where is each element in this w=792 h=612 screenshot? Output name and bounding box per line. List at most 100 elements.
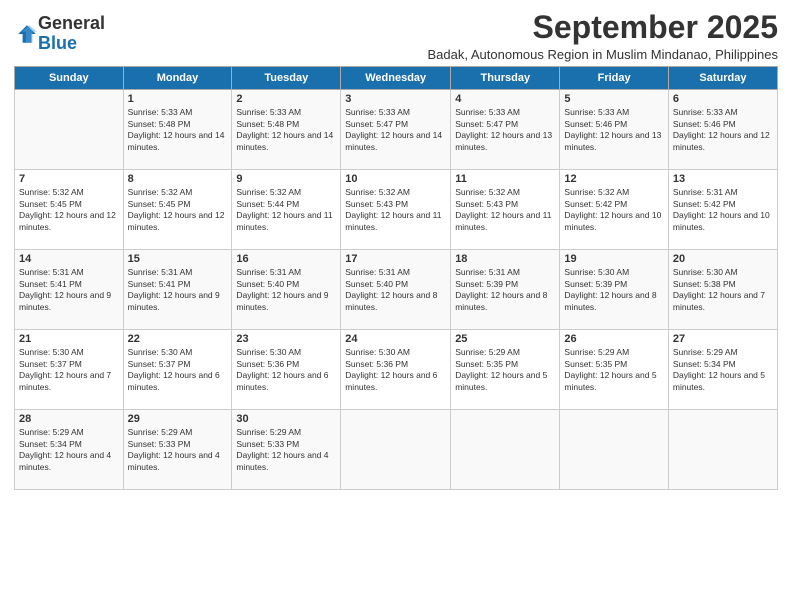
cell-info: Sunrise: 5:32 AM Sunset: 5:45 PM Dayligh… [128, 187, 228, 233]
location-subtitle: Badak, Autonomous Region in Muslim Minda… [428, 47, 778, 62]
day-number: 21 [19, 333, 119, 345]
day-number: 24 [345, 333, 446, 345]
cell-info: Sunrise: 5:29 AM Sunset: 5:33 PM Dayligh… [128, 427, 228, 473]
cell-info: Sunrise: 5:29 AM Sunset: 5:34 PM Dayligh… [19, 427, 119, 473]
table-row: 12Sunrise: 5:32 AM Sunset: 5:42 PM Dayli… [560, 170, 668, 250]
logo: General Blue [14, 14, 105, 54]
day-number: 25 [455, 333, 555, 345]
title-block: September 2025 Badak, Autonomous Region … [428, 10, 778, 62]
cell-info: Sunrise: 5:31 AM Sunset: 5:41 PM Dayligh… [128, 267, 228, 313]
week-row-2: 7 Sunrise: 5:32 AM Sunset: 5:45 PM Daylig… [15, 170, 778, 250]
table-row: 2 Sunrise: 5:33 AM Sunset: 5:48 PM Daylig… [232, 90, 341, 170]
table-row: 28 Sunrise: 5:29 AM Sunset: 5:34 PM Dayli… [15, 410, 124, 490]
cell-info: Sunrise: 5:29 AM Sunset: 5:35 PM Dayligh… [564, 347, 663, 393]
table-row [451, 410, 560, 490]
table-row: 3 Sunrise: 5:33 AM Sunset: 5:47 PM Daylig… [341, 90, 451, 170]
cell-info: Sunrise: 5:33 AM Sunset: 5:48 PM Dayligh… [236, 107, 336, 153]
cell-info: Sunrise: 5:31 AM Sunset: 5:42 PM Dayligh… [673, 187, 773, 233]
day-number: 6 [673, 93, 773, 105]
logo-blue: Blue [38, 33, 77, 53]
cell-info: Sunrise: 5:32 AM Sunset: 5:44 PM Dayligh… [236, 187, 336, 233]
table-row: 18Sunrise: 5:31 AM Sunset: 5:39 PM Dayli… [451, 250, 560, 330]
day-number: 16 [236, 253, 336, 265]
table-row: 13Sunrise: 5:31 AM Sunset: 5:42 PM Dayli… [668, 170, 777, 250]
week-row-1: 1 Sunrise: 5:33 AM Sunset: 5:48 PM Daylig… [15, 90, 778, 170]
day-number: 29 [128, 413, 228, 425]
table-row: 8 Sunrise: 5:32 AM Sunset: 5:45 PM Daylig… [123, 170, 232, 250]
week-row-3: 14 Sunrise: 5:31 AM Sunset: 5:41 PM Dayli… [15, 250, 778, 330]
calendar-header-row: Sunday Monday Tuesday Wednesday Thursday… [15, 67, 778, 90]
day-number: 20 [673, 253, 773, 265]
col-sunday: Sunday [15, 67, 124, 90]
cell-info: Sunrise: 5:33 AM Sunset: 5:47 PM Dayligh… [345, 107, 446, 153]
cell-info: Sunrise: 5:31 AM Sunset: 5:40 PM Dayligh… [345, 267, 446, 313]
table-row: 1 Sunrise: 5:33 AM Sunset: 5:48 PM Daylig… [123, 90, 232, 170]
table-row: 26 Sunrise: 5:29 AM Sunset: 5:35 PM Dayli… [560, 330, 668, 410]
logo-text: General Blue [38, 14, 105, 54]
cell-info: Sunrise: 5:30 AM Sunset: 5:37 PM Dayligh… [128, 347, 228, 393]
cell-info: Sunrise: 5:30 AM Sunset: 5:36 PM Dayligh… [236, 347, 336, 393]
cell-info: Sunrise: 5:31 AM Sunset: 5:40 PM Dayligh… [236, 267, 336, 313]
col-monday: Monday [123, 67, 232, 90]
day-number: 9 [236, 173, 336, 185]
table-row: 21 Sunrise: 5:30 AM Sunset: 5:37 PM Dayli… [15, 330, 124, 410]
day-number: 12 [564, 173, 663, 185]
table-row: 29 Sunrise: 5:29 AM Sunset: 5:33 PM Dayli… [123, 410, 232, 490]
cell-info: Sunrise: 5:33 AM Sunset: 5:46 PM Dayligh… [673, 107, 773, 153]
day-number: 7 [19, 173, 119, 185]
calendar-table: Sunday Monday Tuesday Wednesday Thursday… [14, 66, 778, 490]
week-row-4: 21 Sunrise: 5:30 AM Sunset: 5:37 PM Dayli… [15, 330, 778, 410]
day-number: 3 [345, 93, 446, 105]
cell-info: Sunrise: 5:33 AM Sunset: 5:47 PM Dayligh… [455, 107, 555, 153]
col-tuesday: Tuesday [232, 67, 341, 90]
cell-info: Sunrise: 5:33 AM Sunset: 5:46 PM Dayligh… [564, 107, 663, 153]
day-number: 27 [673, 333, 773, 345]
day-number: 30 [236, 413, 336, 425]
table-row: 22Sunrise: 5:30 AM Sunset: 5:37 PM Dayli… [123, 330, 232, 410]
day-number: 17 [345, 253, 446, 265]
table-row: 19Sunrise: 5:30 AM Sunset: 5:39 PM Dayli… [560, 250, 668, 330]
table-row: 17 Sunrise: 5:31 AM Sunset: 5:40 PM Dayli… [341, 250, 451, 330]
table-row: 24 Sunrise: 5:30 AM Sunset: 5:36 PM Dayli… [341, 330, 451, 410]
table-row: 20 Sunrise: 5:30 AM Sunset: 5:38 PM Dayli… [668, 250, 777, 330]
cell-info: Sunrise: 5:30 AM Sunset: 5:37 PM Dayligh… [19, 347, 119, 393]
table-row: 27 Sunrise: 5:29 AM Sunset: 5:34 PM Dayli… [668, 330, 777, 410]
cell-info: Sunrise: 5:29 AM Sunset: 5:34 PM Dayligh… [673, 347, 773, 393]
col-saturday: Saturday [668, 67, 777, 90]
cell-info: Sunrise: 5:33 AM Sunset: 5:48 PM Dayligh… [128, 107, 228, 153]
table-row: 6 Sunrise: 5:33 AM Sunset: 5:46 PM Daylig… [668, 90, 777, 170]
day-number: 8 [128, 173, 228, 185]
col-wednesday: Wednesday [341, 67, 451, 90]
cell-info: Sunrise: 5:30 AM Sunset: 5:38 PM Dayligh… [673, 267, 773, 313]
month-title: September 2025 [428, 10, 778, 45]
day-number: 1 [128, 93, 228, 105]
day-number: 28 [19, 413, 119, 425]
table-row: 16 Sunrise: 5:31 AM Sunset: 5:40 PM Dayli… [232, 250, 341, 330]
day-number: 23 [236, 333, 336, 345]
table-row: 23 Sunrise: 5:30 AM Sunset: 5:36 PM Dayli… [232, 330, 341, 410]
col-friday: Friday [560, 67, 668, 90]
day-number: 15 [128, 253, 228, 265]
table-row: 30Sunrise: 5:29 AM Sunset: 5:33 PM Dayli… [232, 410, 341, 490]
table-row [668, 410, 777, 490]
day-number: 11 [455, 173, 555, 185]
table-row: 7Sunrise: 5:32 AM Sunset: 5:45 PM Daylig… [15, 170, 124, 250]
logo-icon [16, 23, 38, 45]
table-row: 4 Sunrise: 5:33 AM Sunset: 5:47 PM Daylig… [451, 90, 560, 170]
day-number: 10 [345, 173, 446, 185]
cell-info: Sunrise: 5:30 AM Sunset: 5:39 PM Dayligh… [564, 267, 663, 313]
table-row: 14 Sunrise: 5:31 AM Sunset: 5:41 PM Dayli… [15, 250, 124, 330]
day-number: 26 [564, 333, 663, 345]
day-number: 4 [455, 93, 555, 105]
table-row: 15 Sunrise: 5:31 AM Sunset: 5:41 PM Dayli… [123, 250, 232, 330]
cell-info: Sunrise: 5:31 AM Sunset: 5:41 PM Dayligh… [19, 267, 119, 313]
day-number: 14 [19, 253, 119, 265]
table-row: 25 Sunrise: 5:29 AM Sunset: 5:35 PM Dayli… [451, 330, 560, 410]
table-row [560, 410, 668, 490]
table-row [15, 90, 124, 170]
table-row: 11Sunrise: 5:32 AM Sunset: 5:43 PM Dayli… [451, 170, 560, 250]
day-number: 2 [236, 93, 336, 105]
cell-info: Sunrise: 5:30 AM Sunset: 5:36 PM Dayligh… [345, 347, 446, 393]
table-row: 10Sunrise: 5:32 AM Sunset: 5:43 PM Dayli… [341, 170, 451, 250]
cell-info: Sunrise: 5:29 AM Sunset: 5:35 PM Dayligh… [455, 347, 555, 393]
